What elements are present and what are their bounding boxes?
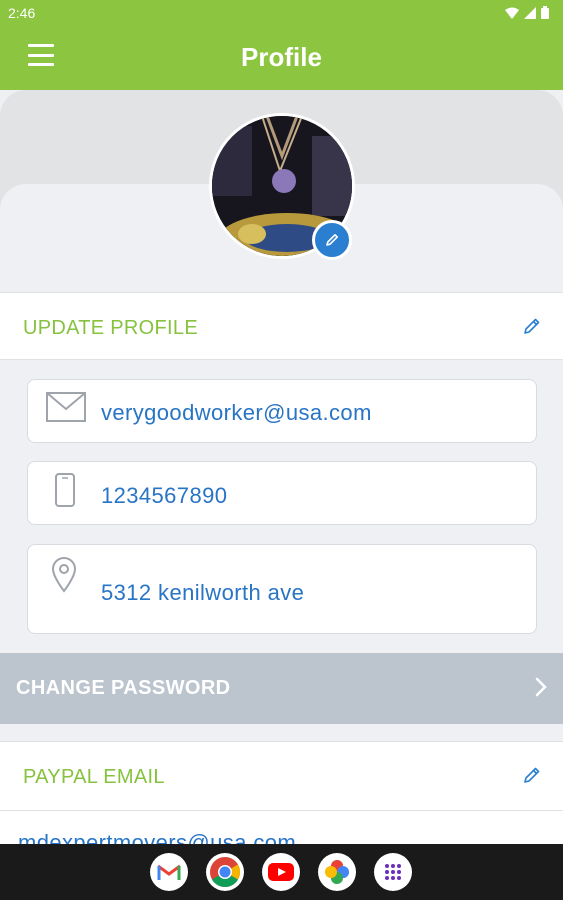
location-pin-icon bbox=[51, 557, 77, 593]
chevron-right-icon bbox=[535, 677, 547, 697]
pencil-icon bbox=[326, 234, 338, 246]
change-password-label: CHANGE PASSWORD bbox=[16, 677, 231, 699]
page-title: Profile bbox=[241, 42, 322, 72]
phone-field[interactable]: 1234567890 bbox=[27, 461, 537, 525]
dock-apps bbox=[150, 853, 412, 891]
edit-profile-button[interactable] bbox=[519, 313, 545, 339]
battery-icon bbox=[541, 6, 549, 19]
gmail-icon[interactable] bbox=[150, 853, 188, 891]
chrome-icon[interactable] bbox=[206, 853, 244, 891]
pencil-icon bbox=[524, 767, 540, 783]
phone-icon bbox=[55, 473, 75, 507]
wifi-icon bbox=[505, 7, 519, 19]
address-field[interactable]: 5312 kenilworth ave bbox=[27, 544, 537, 634]
signal-icon bbox=[524, 6, 536, 19]
paypal-email-header: PAYPAL EMAIL bbox=[0, 741, 563, 811]
edit-avatar-button[interactable] bbox=[312, 220, 352, 260]
email-field[interactable]: verygoodworker@usa.com bbox=[27, 379, 537, 443]
update-profile-header: UPDATE PROFILE bbox=[0, 292, 563, 360]
address-value: 5312 kenilworth ave bbox=[101, 580, 305, 605]
system-dock bbox=[0, 844, 563, 900]
photos-icon[interactable] bbox=[318, 853, 356, 891]
edit-paypal-button[interactable] bbox=[519, 762, 545, 788]
avatar-container bbox=[209, 113, 355, 260]
paypal-email-label: PAYPAL EMAIL bbox=[23, 766, 165, 788]
app-bar: Profile bbox=[0, 26, 563, 90]
youtube-icon[interactable] bbox=[262, 853, 300, 891]
status-time: 2:46 bbox=[8, 5, 36, 21]
change-password-button[interactable]: CHANGE PASSWORD bbox=[0, 653, 563, 724]
pencil-icon bbox=[524, 318, 540, 334]
status-icons bbox=[505, 6, 549, 19]
email-value: verygoodworker@usa.com bbox=[101, 400, 372, 425]
phone-value: 1234567890 bbox=[101, 483, 228, 508]
update-profile-label: UPDATE PROFILE bbox=[23, 317, 198, 339]
status-bar: 2:46 bbox=[0, 0, 563, 26]
envelope-icon bbox=[46, 392, 86, 422]
app-drawer-icon[interactable] bbox=[374, 853, 412, 891]
